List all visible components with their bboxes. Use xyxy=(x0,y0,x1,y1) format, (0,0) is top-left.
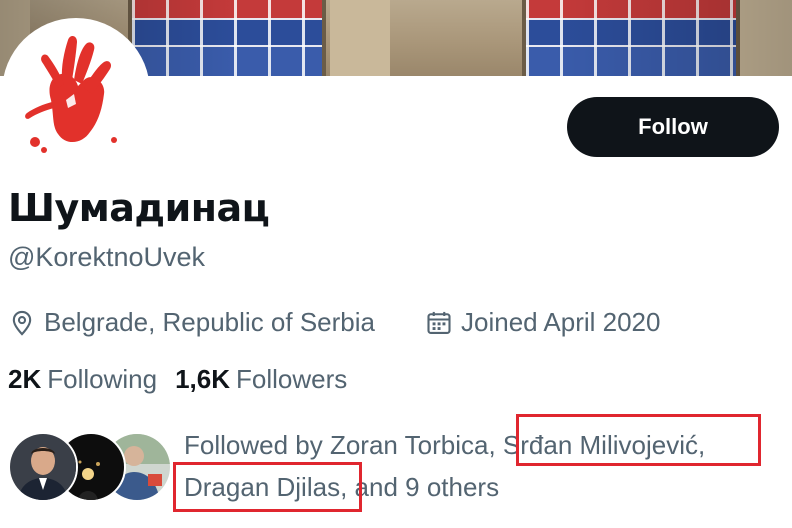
follower-name-link[interactable]: Dragan Djilas, xyxy=(184,472,347,502)
person-photo-icon xyxy=(10,434,76,500)
follower-avatar[interactable] xyxy=(8,432,78,502)
profile-handle: @KorektnoUvek xyxy=(8,242,205,272)
followed-by-prefix: Followed by Zoran Torbica, xyxy=(184,430,496,460)
followed-by-text: Followed by Zoran Torbica, Srđan Milivoj… xyxy=(184,424,784,508)
profile-stats: 2K Following 1,6K Followers xyxy=(8,364,365,395)
following-count: 2K xyxy=(8,364,42,394)
calendar-icon xyxy=(427,311,451,334)
joined-text: Joined April 2020 xyxy=(461,307,661,337)
profile-avatar[interactable] xyxy=(6,22,146,162)
followed-by-section[interactable]: Followed by Zoran Torbica, Srđan Milivoj… xyxy=(0,414,792,528)
following-link[interactable]: 2K Following xyxy=(8,364,157,395)
location-text: Belgrade, Republic of Serbia xyxy=(44,307,375,337)
followers-label: Followers xyxy=(236,364,348,394)
follow-button[interactable]: Follow xyxy=(567,97,779,157)
followers-count: 1,6K xyxy=(175,364,230,394)
profile-joined-date: Joined April 2020 xyxy=(425,307,660,338)
red-handprint-icon xyxy=(6,22,146,162)
followers-link[interactable]: 1,6K Followers xyxy=(175,364,347,395)
map-pin-icon xyxy=(12,310,32,336)
followed-by-suffix: and 9 others xyxy=(354,472,500,502)
profile-location: Belgrade, Republic of Serbia xyxy=(8,307,375,338)
following-label: Following xyxy=(47,364,158,394)
follower-name-link[interactable]: Srđan Milivojević, xyxy=(503,430,705,460)
profile-display-name: Шумадинац xyxy=(8,186,270,230)
